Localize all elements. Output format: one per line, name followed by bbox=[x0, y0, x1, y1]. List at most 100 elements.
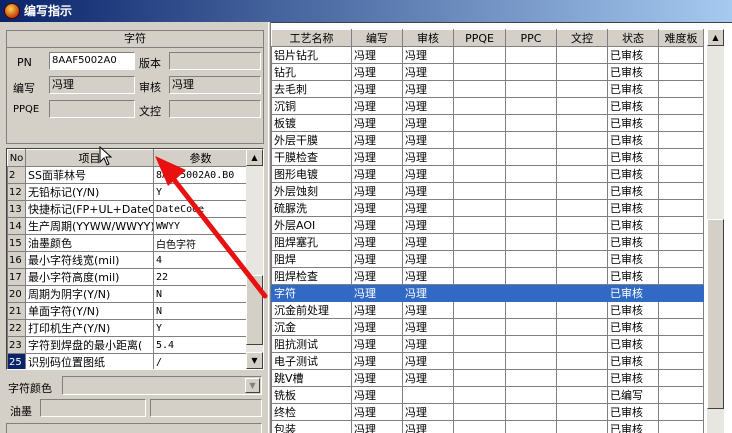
params-row[interactable]: 14 生产周期(YYWW/WWYY) WWYY bbox=[7, 217, 248, 235]
process-cell-author[interactable]: 冯理 bbox=[351, 114, 403, 132]
process-row[interactable]: 硫脲洗 冯理 冯理 已审核 bbox=[271, 199, 704, 217]
process-cell-ppc[interactable] bbox=[505, 80, 557, 98]
params-row[interactable]: 2 SS面菲林号 8AAF5002A0.B0 bbox=[7, 166, 248, 184]
process-cell-author[interactable]: 冯理 bbox=[351, 403, 403, 421]
process-cell-difficulty[interactable] bbox=[658, 318, 704, 336]
process-cell-ppqe[interactable] bbox=[453, 403, 506, 421]
params-scroll-thumb[interactable] bbox=[246, 275, 263, 345]
process-row[interactable]: 字符 冯理 冯理 已审核 bbox=[271, 284, 704, 302]
process-cell-document[interactable] bbox=[556, 199, 608, 217]
process-cell-ppqe[interactable] bbox=[453, 301, 506, 319]
author-field[interactable]: 冯理 bbox=[49, 76, 135, 94]
process-cell-ppc[interactable] bbox=[505, 165, 557, 183]
params-row-value[interactable]: N bbox=[153, 302, 248, 320]
params-row-item[interactable]: 打印机生产(Y/N) bbox=[25, 319, 154, 337]
params-row-value[interactable]: 5.4 bbox=[153, 336, 248, 354]
process-cell-document[interactable] bbox=[556, 420, 608, 433]
process-cell-ppc[interactable] bbox=[505, 233, 557, 251]
process-cell-status[interactable]: 已审核 bbox=[607, 233, 659, 251]
process-cell-ppqe[interactable] bbox=[453, 420, 506, 433]
process-cell-ppqe[interactable] bbox=[453, 165, 506, 183]
params-row-value[interactable]: Y bbox=[153, 183, 248, 201]
process-cell-name[interactable]: 沉金 bbox=[271, 318, 352, 336]
process-row[interactable]: 去毛刺 冯理 冯理 已审核 bbox=[271, 80, 704, 98]
process-cell-author[interactable]: 冯理 bbox=[351, 420, 403, 433]
process-cell-difficulty[interactable] bbox=[658, 148, 704, 166]
process-cell-document[interactable] bbox=[556, 301, 608, 319]
params-scroll-up-icon[interactable]: ▲ bbox=[246, 149, 263, 166]
process-cell-ppqe[interactable] bbox=[453, 80, 506, 98]
process-cell-reviewer[interactable]: 冯理 bbox=[402, 301, 454, 319]
process-cell-name[interactable]: 硫脲洗 bbox=[271, 199, 352, 217]
process-cell-difficulty[interactable] bbox=[658, 301, 704, 319]
process-cell-difficulty[interactable] bbox=[658, 80, 704, 98]
document-control-field[interactable] bbox=[169, 100, 261, 118]
process-cell-difficulty[interactable] bbox=[658, 182, 704, 200]
ink-field-2[interactable] bbox=[150, 399, 262, 417]
process-cell-name[interactable]: 外层AOI bbox=[271, 216, 352, 234]
process-cell-status[interactable]: 已审核 bbox=[607, 250, 659, 268]
process-cell-name[interactable]: 去毛刺 bbox=[271, 80, 352, 98]
process-cell-name[interactable]: 铣板 bbox=[271, 386, 352, 404]
process-row[interactable]: 包装 冯理 冯理 已审核 bbox=[271, 420, 704, 433]
process-row[interactable]: 铣板 冯理 已编写 bbox=[271, 386, 704, 404]
process-cell-author[interactable]: 冯理 bbox=[351, 63, 403, 81]
process-cell-status[interactable]: 已审核 bbox=[607, 216, 659, 234]
process-cell-author[interactable]: 冯理 bbox=[351, 199, 403, 217]
params-row-item[interactable]: 单面字符(Y/N) bbox=[25, 302, 154, 320]
process-cell-reviewer[interactable]: 冯理 bbox=[402, 148, 454, 166]
process-cell-name[interactable]: 图形电镀 bbox=[271, 165, 352, 183]
process-cell-name[interactable]: 外层干膜 bbox=[271, 131, 352, 149]
params-scrollbar[interactable]: ▲ ▼ bbox=[246, 149, 263, 369]
process-cell-status[interactable]: 已审核 bbox=[607, 335, 659, 353]
process-cell-author[interactable]: 冯理 bbox=[351, 131, 403, 149]
process-cell-author[interactable]: 冯理 bbox=[351, 267, 403, 285]
process-cell-document[interactable] bbox=[556, 216, 608, 234]
params-row-item[interactable]: 最小字符高度(mil) bbox=[25, 268, 154, 286]
params-row-item[interactable]: 快捷标记(FP+UL+DateCo bbox=[25, 200, 154, 218]
process-cell-name[interactable]: 跳V槽 bbox=[271, 369, 352, 387]
process-cell-status[interactable]: 已审核 bbox=[607, 301, 659, 319]
params-row[interactable]: 25 识别码位置图纸 / bbox=[7, 353, 248, 369]
params-col-item[interactable]: 项目 bbox=[25, 149, 154, 167]
process-cell-difficulty[interactable] bbox=[658, 97, 704, 115]
process-col-document[interactable]: 文控 bbox=[556, 29, 608, 47]
process-cell-ppqe[interactable] bbox=[453, 97, 506, 115]
process-cell-ppc[interactable] bbox=[505, 301, 557, 319]
process-cell-status[interactable]: 已审核 bbox=[607, 165, 659, 183]
process-scrollbar[interactable]: ▲ bbox=[707, 29, 724, 433]
process-cell-status[interactable]: 已审核 bbox=[607, 97, 659, 115]
params-row-value[interactable]: 22 bbox=[153, 268, 248, 286]
params-row[interactable]: 13 快捷标记(FP+UL+DateCo DateCode bbox=[7, 200, 248, 218]
process-cell-ppqe[interactable] bbox=[453, 386, 506, 404]
process-cell-reviewer[interactable]: 冯理 bbox=[402, 233, 454, 251]
process-cell-reviewer[interactable] bbox=[402, 386, 454, 404]
process-row[interactable]: 沉铜 冯理 冯理 已审核 bbox=[271, 97, 704, 115]
process-cell-ppqe[interactable] bbox=[453, 233, 506, 251]
process-cell-document[interactable] bbox=[556, 250, 608, 268]
process-cell-author[interactable]: 冯理 bbox=[351, 352, 403, 370]
process-cell-difficulty[interactable] bbox=[658, 63, 704, 81]
process-cell-author[interactable]: 冯理 bbox=[351, 250, 403, 268]
process-cell-difficulty[interactable] bbox=[658, 250, 704, 268]
process-cell-name[interactable]: 电子测试 bbox=[271, 352, 352, 370]
process-row[interactable]: 阻焊塞孔 冯理 冯理 已审核 bbox=[271, 233, 704, 251]
process-cell-ppqe[interactable] bbox=[453, 216, 506, 234]
process-cell-difficulty[interactable] bbox=[658, 199, 704, 217]
params-row-value[interactable]: N bbox=[153, 285, 248, 303]
process-cell-ppc[interactable] bbox=[505, 216, 557, 234]
params-row-item[interactable]: 最小字符线宽(mil) bbox=[25, 251, 154, 269]
process-scroll-thumb[interactable] bbox=[707, 219, 724, 409]
process-cell-name[interactable]: 阻焊塞孔 bbox=[271, 233, 352, 251]
process-cell-author[interactable]: 冯理 bbox=[351, 335, 403, 353]
process-cell-document[interactable] bbox=[556, 403, 608, 421]
process-cell-name[interactable]: 钻孔 bbox=[271, 63, 352, 81]
process-cell-status[interactable]: 已审核 bbox=[607, 80, 659, 98]
process-cell-name[interactable]: 板镀 bbox=[271, 114, 352, 132]
params-row-value[interactable]: 白色字符 bbox=[153, 234, 248, 252]
params-row[interactable]: 12 无铅标记(Y/N) Y bbox=[7, 183, 248, 201]
process-cell-status[interactable]: 已审核 bbox=[607, 318, 659, 336]
process-cell-ppc[interactable] bbox=[505, 131, 557, 149]
process-cell-name[interactable]: 阻抗测试 bbox=[271, 335, 352, 353]
process-cell-author[interactable]: 冯理 bbox=[351, 216, 403, 234]
